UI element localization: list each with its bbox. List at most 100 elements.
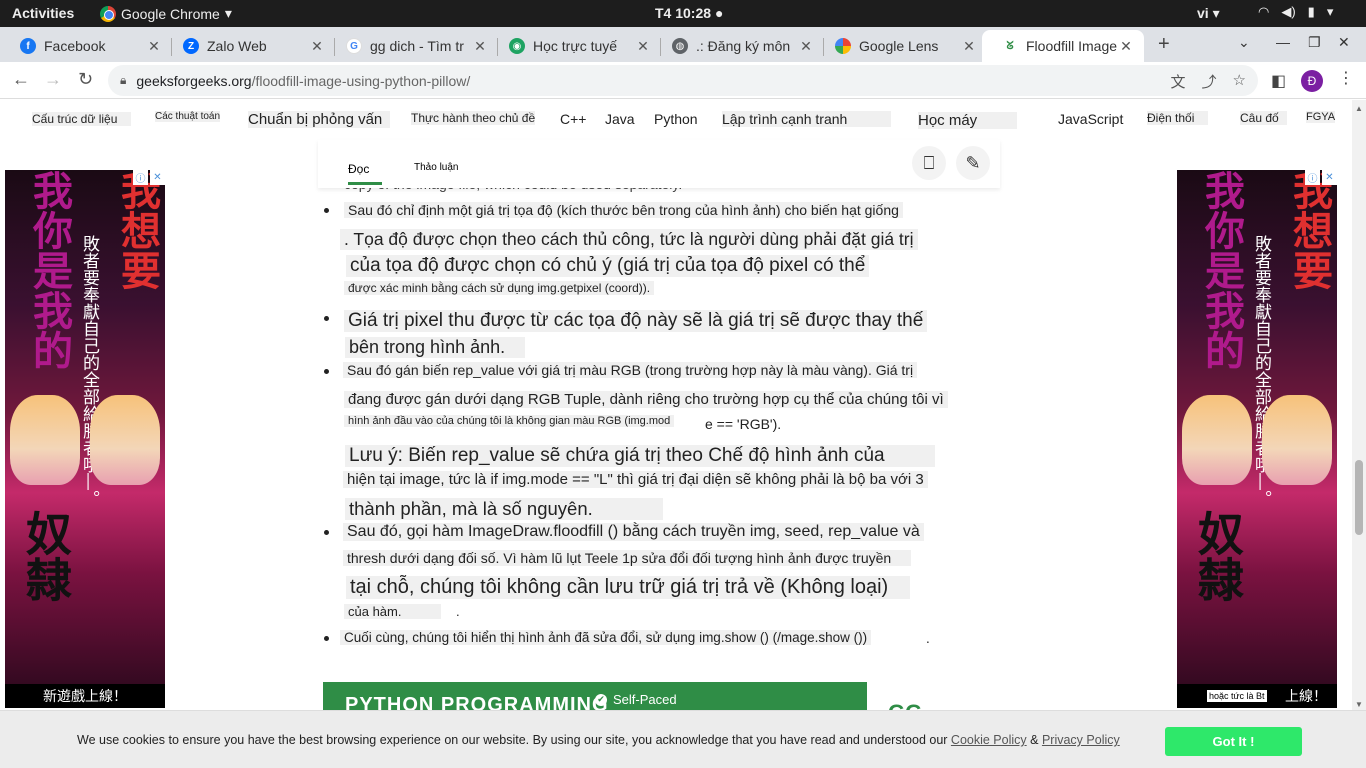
article-sticky-header: Đọc Thảo luận ⎕ ✎ — [318, 140, 1000, 188]
close-icon[interactable]: ✕ — [146, 38, 162, 55]
tab-search-chevron-icon[interactable]: ⌄ — [1238, 34, 1250, 51]
tab-hoc-truc-tuyen[interactable]: ◉ Học trực tuyế ✕ — [489, 30, 661, 62]
ad-badge[interactable]: ⓘ ✕ — [133, 170, 165, 185]
side-panel-icon[interactable]: ◧ — [1271, 71, 1286, 91]
app-menu[interactable]: Google Chrome ▾ — [100, 5, 232, 22]
nav-item-data-structures[interactable]: Cấu trúc dữ liệu — [32, 112, 132, 126]
new-tab-plus-icon[interactable]: + — [1158, 33, 1170, 56]
tab-floodfill-image[interactable]: ᘜ Floodfill Image ✕ — [982, 30, 1144, 62]
nav-item-topic-practice[interactable]: Thực hành theo chủ đề — [411, 111, 536, 125]
nav-item-puzzles[interactable]: Câu đố — [1240, 111, 1287, 125]
activities-button[interactable]: Activities — [12, 5, 74, 21]
ad-right-column-text: 我想要 — [114, 170, 161, 290]
tab-read[interactable]: Đọc — [348, 162, 383, 185]
ad-badge[interactable]: ⓘ ✕ — [1305, 170, 1337, 185]
article-line: hình ảnh đầu vào của chúng tôi là không … — [344, 415, 675, 427]
tab-discuss[interactable]: Thảo luận — [414, 162, 458, 173]
more-menu-icon[interactable]: ⋮ — [1338, 68, 1354, 88]
article-line: của tọa độ được chọn có chủ ý (giá trị c… — [346, 255, 870, 277]
article-line: Giá trị pixel thu được từ các tọa độ này… — [344, 310, 928, 332]
url-path: /floodfill-image-using-python-pillow/ — [251, 72, 471, 89]
cookie-policy-link[interactable]: Cookie Policy — [951, 733, 1027, 747]
right-ad-banner[interactable]: 我你是我的 我想要 敗者要奉獻自己的全部給勝者哦—。 奴隸 ⓘ ✕ 上線！ hoặ… — [1177, 170, 1337, 708]
got-it-button[interactable]: Got It ! — [1165, 727, 1302, 756]
ad-info-icon[interactable]: ⓘ — [133, 170, 148, 185]
lock-icon[interactable]: 🔒︎ — [120, 73, 126, 88]
nav-item-cpp[interactable]: C++ — [560, 111, 586, 127]
close-icon[interactable]: ✕ — [472, 38, 488, 55]
clock[interactable]: T4 10:28 ● — [655, 5, 723, 21]
close-window-icon[interactable]: ✕ — [1338, 34, 1350, 51]
clock-text: T4 10:28 — [655, 5, 712, 21]
ad-left-column-text: 我你是我的 — [1198, 170, 1245, 370]
tab-zalo[interactable]: Z Zalo Web ✕ — [163, 30, 335, 62]
browser-toolbar: ← → ↻ 🔒︎ geeksforgeeks.org/floodfill-ima… — [0, 62, 1366, 99]
edit-pencil-icon[interactable]: ✎ — [956, 146, 990, 180]
left-ad-banner[interactable]: 我你是我的 我想要 敗者要奉獻自己的全部給勝者哦—。 奴隸 ⓘ ✕ 新遊戲上線！ — [5, 170, 165, 708]
notification-dot-icon: ● — [714, 5, 724, 21]
reload-icon[interactable]: ↻ — [78, 69, 93, 90]
nav-item-phones[interactable]: Điện thối — [1147, 111, 1209, 125]
nav-item-machine-learning[interactable]: Học máy — [918, 112, 1018, 129]
tab-gg-dich[interactable]: G gg dich - Tìm tr ✕ — [326, 30, 498, 62]
tab-dang-ky-mon[interactable]: ◍ .: Đăng ký môn ✕ — [652, 30, 824, 62]
list-bullet — [324, 636, 329, 641]
article-line: Sau đó chỉ định một giá trị tọa độ (kích… — [344, 202, 903, 218]
close-icon[interactable]: ✕ — [309, 38, 325, 55]
tab-google-lens[interactable]: Google Lens ✕ — [815, 30, 987, 62]
privacy-policy-link[interactable]: Privacy Policy — [1042, 733, 1120, 747]
nav-item-fgya[interactable]: FGYA — [1306, 111, 1336, 123]
course-promo-banner[interactable]: PYTHON PROGRAMMING ✔ Self-Paced — [323, 682, 867, 712]
article-line: của hàm. — [344, 604, 442, 619]
share-icon[interactable]: ⤴ — [1202, 71, 1217, 92]
scrollbar-thumb[interactable] — [1355, 460, 1363, 535]
page-scrollbar[interactable] — [1352, 100, 1366, 710]
self-paced-badge: ✔ Self-Paced — [595, 692, 677, 707]
language-indicator[interactable]: vi ▾ — [1197, 5, 1220, 22]
ad-close-icon[interactable]: ✕ — [1322, 170, 1337, 185]
translate-icon[interactable]: 文 — [1171, 71, 1186, 92]
scroll-down-arrow-icon[interactable]: ▼ — [1355, 700, 1363, 709]
nav-item-algorithms[interactable]: Các thuật toán — [155, 111, 221, 122]
nav-item-competitive-programming[interactable]: Lập trình cạnh tranh — [722, 111, 892, 127]
profile-avatar[interactable]: Đ — [1301, 70, 1323, 92]
nav-item-interview-prep[interactable]: Chuẩn bị phỏng vấn — [248, 111, 391, 128]
wifi-icon: ◠ — [1258, 4, 1270, 19]
scroll-up-arrow-icon[interactable]: ▲ — [1355, 104, 1363, 113]
ad-close-icon[interactable]: ✕ — [150, 170, 165, 185]
nav-item-java[interactable]: Java — [605, 111, 635, 127]
cookie-text: We use cookies to ensure you have the be… — [77, 733, 951, 747]
chrome-icon — [100, 5, 116, 22]
ad-bottom-chars: 奴隸 — [19, 510, 73, 602]
google-icon: G — [346, 38, 362, 54]
minimize-icon[interactable]: — — [1276, 34, 1290, 50]
forward-arrow-icon[interactable]: → — [44, 69, 62, 90]
nav-item-javascript[interactable]: JavaScript — [1058, 111, 1123, 127]
system-tray[interactable]: ◠ ◀) ▮ ▾ — [1258, 4, 1333, 20]
back-arrow-icon[interactable]: ← — [12, 69, 30, 90]
close-icon[interactable]: ✕ — [635, 38, 651, 55]
nav-item-python[interactable]: Python — [654, 111, 698, 127]
bookmark-icon[interactable]: ⎕ — [912, 146, 946, 180]
article-line: . Tọa độ được chọn theo cách thủ công, t… — [340, 229, 918, 250]
chevron-down-icon: ▾ — [1326, 4, 1334, 19]
tab-title: .: Đăng ký môn — [696, 38, 791, 54]
ad-character-image — [1182, 395, 1252, 485]
lens-icon — [835, 38, 851, 54]
close-icon[interactable]: ✕ — [798, 38, 814, 55]
article-line: . — [926, 631, 930, 646]
tab-facebook[interactable]: f Facebook ✕ — [0, 30, 172, 62]
cookie-amp: & — [1026, 733, 1042, 747]
tab-title: Zalo Web — [207, 38, 267, 54]
close-icon[interactable]: ✕ — [961, 38, 977, 55]
close-icon[interactable]: ✕ — [1118, 38, 1134, 55]
restore-icon[interactable]: ❐ — [1308, 34, 1321, 51]
article-line: hiện tại image, tức là if img.mode == "L… — [343, 471, 928, 488]
ad-footer-text: 新遊戲上線！ — [5, 684, 165, 708]
ad-info-icon[interactable]: ⓘ — [1305, 170, 1320, 185]
app-menu-label: Google Chrome — [121, 5, 220, 22]
bookmark-star-icon[interactable]: ☆ — [1233, 71, 1246, 92]
ad-character-image — [1262, 395, 1332, 485]
address-bar[interactable]: 🔒︎ geeksforgeeks.org/floodfill-image-usi… — [108, 65, 1258, 96]
cookie-consent-bar: We use cookies to ensure you have the be… — [0, 710, 1366, 768]
